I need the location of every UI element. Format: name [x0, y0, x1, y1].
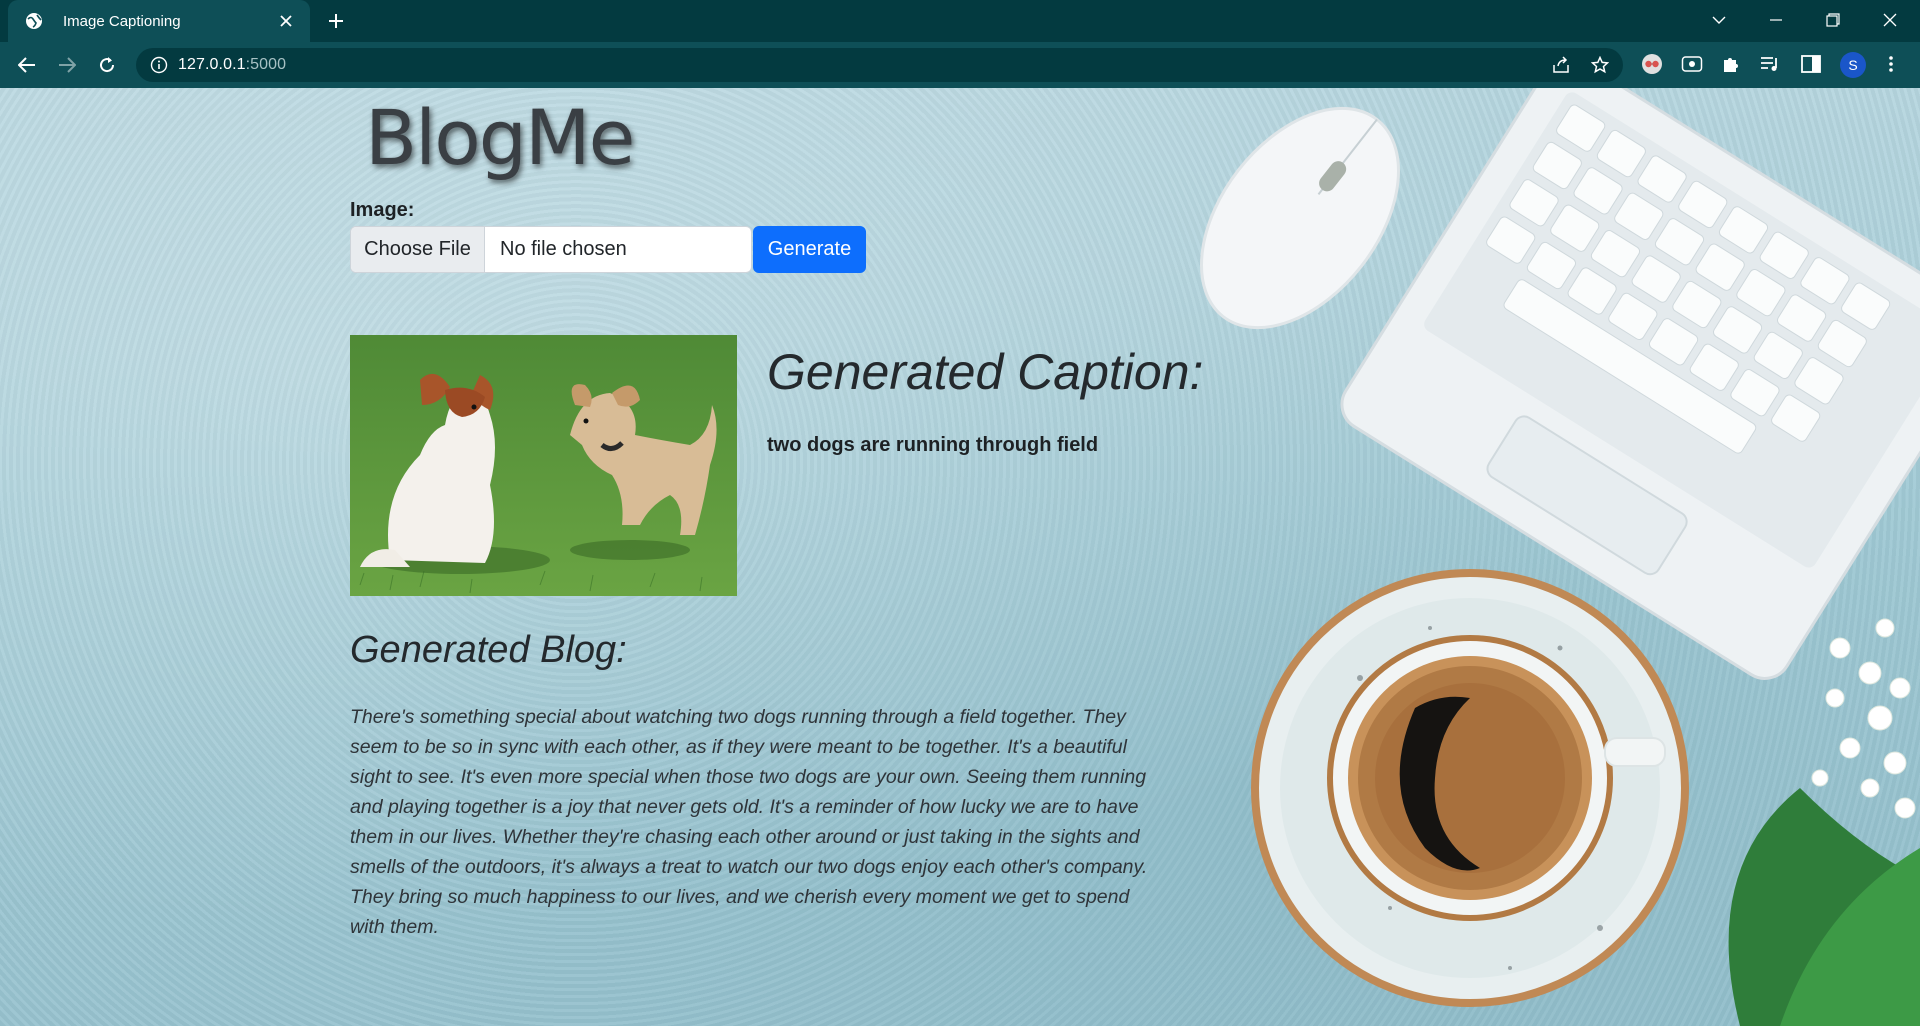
- tab-strip: Image Captioning: [0, 0, 1920, 42]
- choose-file-button[interactable]: Choose File: [351, 227, 485, 272]
- file-input[interactable]: Choose File No file chosen: [350, 226, 752, 273]
- blog-text: There's something special about watching…: [350, 706, 1148, 938]
- file-status: No file chosen: [500, 238, 627, 260]
- media-icon[interactable]: [1679, 51, 1705, 77]
- star-icon[interactable]: [1589, 54, 1611, 76]
- close-icon[interactable]: [274, 9, 298, 33]
- address-bar[interactable]: 127.0.0.1:5000: [136, 48, 1623, 82]
- generate-button[interactable]: Generate: [753, 226, 866, 273]
- chevron-down-icon[interactable]: [1692, 0, 1746, 40]
- extension-glasses-icon[interactable]: [1639, 51, 1665, 77]
- desk-background-image: [1200, 88, 1920, 1026]
- puzzle-icon[interactable]: [1718, 51, 1744, 77]
- uploaded-image: [350, 335, 737, 596]
- minimize-icon[interactable]: [1749, 0, 1803, 40]
- globe-icon: [25, 12, 43, 30]
- profile-avatar[interactable]: S: [1840, 52, 1866, 78]
- kebab-menu-icon[interactable]: [1878, 51, 1904, 77]
- blog-heading: Generated Blog:: [350, 629, 627, 671]
- tab-title: Image Captioning: [63, 12, 181, 30]
- browser-toolbar: 127.0.0.1:5000 S: [0, 42, 1920, 88]
- image-label: Image:: [350, 199, 415, 221]
- caption-heading: Generated Caption:: [767, 344, 1204, 400]
- reload-icon[interactable]: [92, 50, 122, 80]
- share-icon[interactable]: [1550, 54, 1572, 76]
- url-text: 127.0.0.1:5000: [178, 56, 287, 73]
- tab-image-captioning[interactable]: Image Captioning: [8, 0, 310, 42]
- playlist-icon[interactable]: [1758, 51, 1784, 77]
- back-arrow-icon[interactable]: [12, 50, 42, 80]
- info-icon[interactable]: [150, 56, 168, 74]
- page-viewport: BlogMe Image: Choose File No file chosen…: [0, 88, 1920, 1026]
- forward-arrow-icon[interactable]: [52, 50, 82, 80]
- close-window-icon[interactable]: [1863, 0, 1917, 40]
- plus-icon[interactable]: [322, 9, 350, 33]
- caption-text: two dogs are running through field: [767, 434, 1099, 456]
- site-title: BlogMe: [365, 93, 635, 182]
- side-panel-icon[interactable]: [1798, 51, 1824, 77]
- restore-icon[interactable]: [1806, 0, 1860, 40]
